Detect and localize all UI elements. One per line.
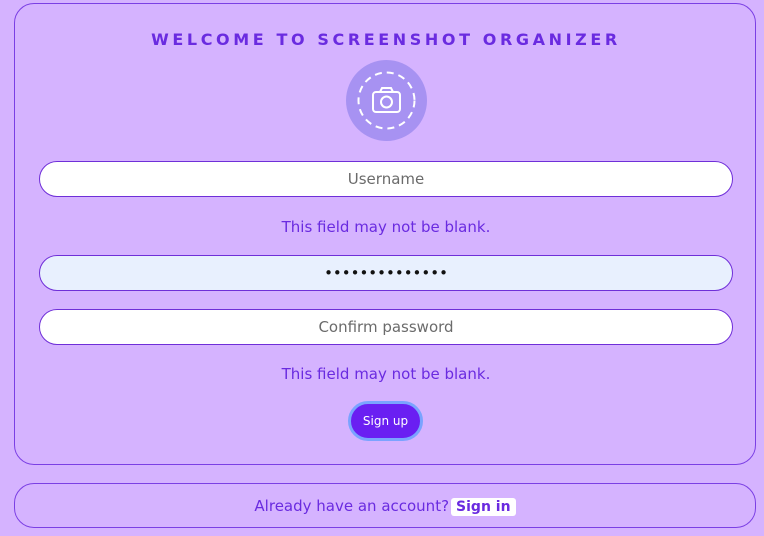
avatar xyxy=(346,60,427,141)
confirm-password-error: This field may not be blank. xyxy=(281,365,491,383)
footer-row: Already have an account? Sign in xyxy=(15,497,755,516)
username-input[interactable] xyxy=(39,161,733,197)
camera-icon xyxy=(357,71,416,130)
page-title: WELCOME TO SCREENSHOT ORGANIZER xyxy=(151,30,621,49)
signin-link[interactable]: Sign in xyxy=(451,498,516,516)
username-error: This field may not be blank. xyxy=(281,218,491,236)
signup-card: WELCOME TO SCREENSHOT ORGANIZER This fie… xyxy=(14,3,756,465)
password-input[interactable] xyxy=(39,255,733,291)
confirm-password-input[interactable] xyxy=(39,309,733,345)
signin-footer: Already have an account? Sign in xyxy=(14,483,756,528)
signup-button[interactable]: Sign up xyxy=(348,401,423,441)
account-prompt: Already have an account? xyxy=(254,497,450,515)
